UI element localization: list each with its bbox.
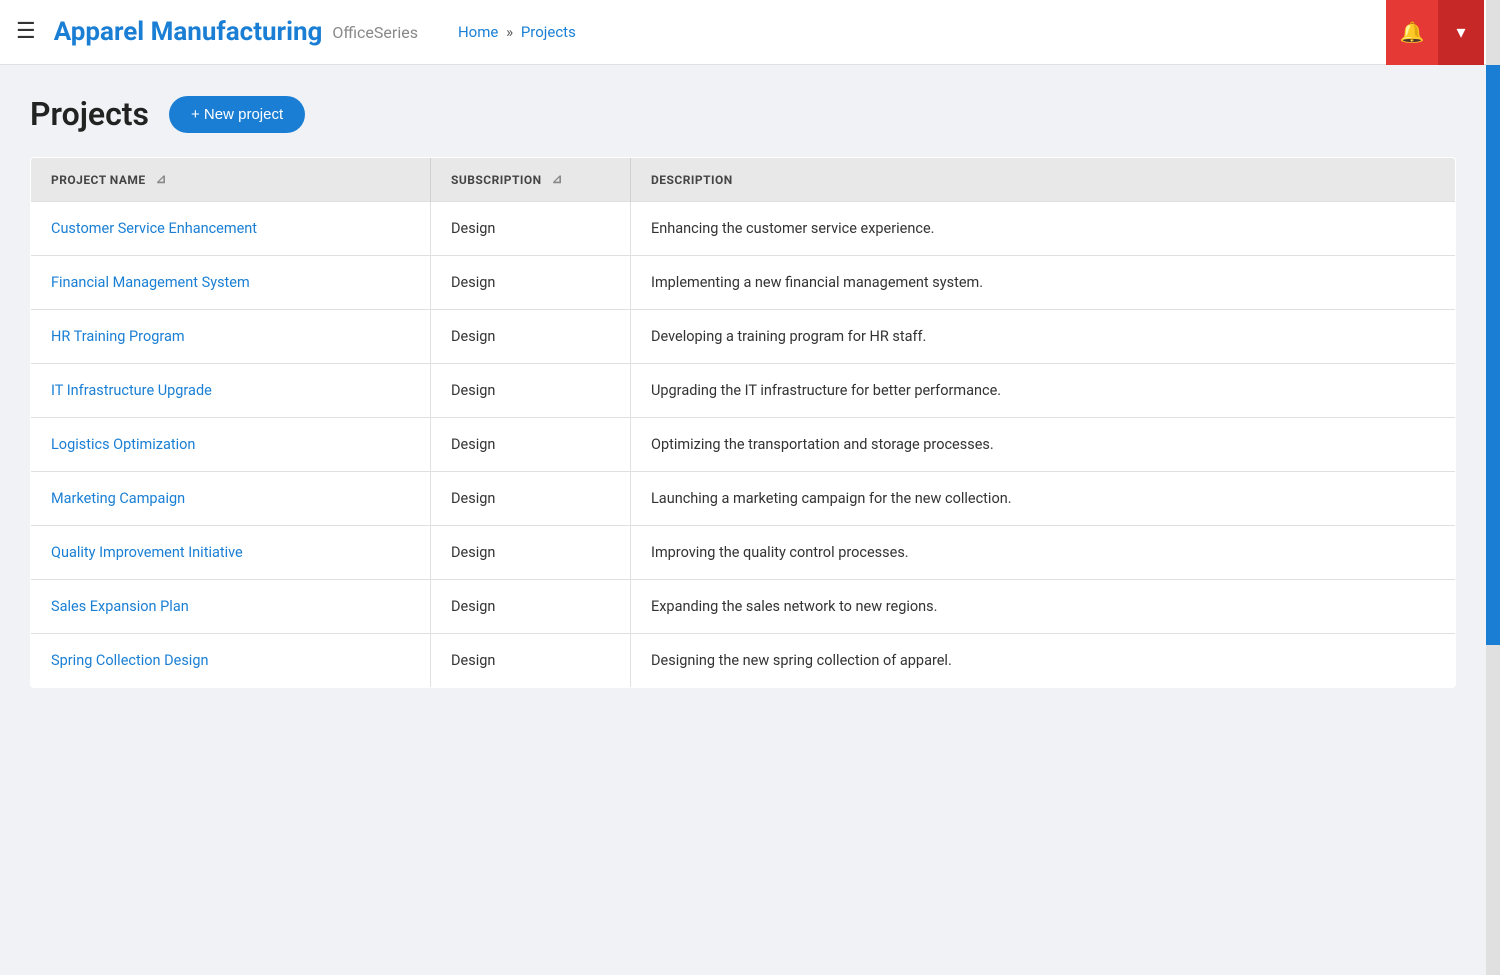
scrollbar-thumb[interactable] (1486, 65, 1500, 645)
project-name-link[interactable]: IT Infrastructure Upgrade (51, 382, 212, 399)
project-name-link[interactable]: Sales Expansion Plan (51, 598, 189, 615)
new-project-button[interactable]: + New project (169, 96, 305, 133)
project-name-cell: IT Infrastructure Upgrade (31, 364, 431, 418)
table-row: HR Training Program DesignDeveloping a tr… (31, 310, 1456, 364)
project-name-cell: Customer Service Enhancement (31, 202, 431, 256)
header: ☰ Apparel Manufacturing OfficeSeries Hom… (0, 0, 1500, 65)
table-header: PROJECT NAME ⊿ SUBSCRIPTION ⊿ DESCRIPTIO… (31, 158, 1456, 202)
table-body: Customer Service EnhancementDesignEnhanc… (31, 202, 1456, 688)
subscription-cell: Design (431, 310, 631, 364)
subscription-cell: Design (431, 634, 631, 688)
description-cell: Expanding the sales network to new regio… (631, 580, 1456, 634)
description-cell: Optimizing the transportation and storag… (631, 418, 1456, 472)
bell-icon: 🔔 (1400, 20, 1425, 45)
notification-bell-button[interactable]: 🔔 (1386, 0, 1438, 65)
table-row: Quality Improvement Initiative DesignImpr… (31, 526, 1456, 580)
page-title-row: Projects + New project (30, 95, 1456, 133)
brand-title: Apparel Manufacturing (54, 17, 323, 47)
brand-subtitle: OfficeSeries (332, 23, 418, 42)
table-row: Logistics Optimization DesignOptimizing t… (31, 418, 1456, 472)
subscription-cell: Design (431, 472, 631, 526)
filter-icon-subscription[interactable]: ⊿ (552, 172, 563, 187)
projects-table: PROJECT NAME ⊿ SUBSCRIPTION ⊿ DESCRIPTIO… (30, 157, 1456, 688)
table-row: Financial Management System DesignImpleme… (31, 256, 1456, 310)
project-name-cell: Financial Management System (31, 256, 431, 310)
table-row: Spring Collection Design DesignDesigning … (31, 634, 1456, 688)
project-name-cell: Marketing Campaign (31, 472, 431, 526)
project-name-cell: HR Training Program (31, 310, 431, 364)
chevron-down-icon: ▾ (1456, 22, 1465, 43)
column-header-name: PROJECT NAME ⊿ (31, 158, 431, 202)
project-name-cell: Logistics Optimization (31, 418, 431, 472)
project-name-link[interactable]: HR Training Program (51, 328, 185, 345)
breadcrumb: Home » Projects (458, 23, 576, 41)
scrollbar[interactable] (1486, 0, 1500, 975)
description-cell: Developing a training program for HR sta… (631, 310, 1456, 364)
hamburger-icon[interactable]: ☰ (16, 21, 36, 43)
table-row: Marketing Campaign DesignLaunching a mark… (31, 472, 1456, 526)
page-title: Projects (30, 95, 149, 133)
description-cell: Designing the new spring collection of a… (631, 634, 1456, 688)
project-name-link[interactable]: Logistics Optimization (51, 436, 195, 453)
project-name-link[interactable]: Marketing Campaign (51, 490, 185, 507)
project-name-cell: Quality Improvement Initiative (31, 526, 431, 580)
description-cell: Implementing a new financial management … (631, 256, 1456, 310)
column-header-description: DESCRIPTION (631, 158, 1456, 202)
table-row: Sales Expansion Plan DesignExpanding the … (31, 580, 1456, 634)
subscription-cell: Design (431, 364, 631, 418)
subscription-cell: Design (431, 418, 631, 472)
project-name-link[interactable]: Quality Improvement Initiative (51, 544, 243, 561)
project-name-cell: Sales Expansion Plan (31, 580, 431, 634)
breadcrumb-home[interactable]: Home (458, 23, 498, 41)
header-dropdown-button[interactable]: ▾ (1438, 0, 1484, 65)
subscription-cell: Design (431, 526, 631, 580)
breadcrumb-separator: » (506, 23, 513, 41)
project-name-cell: Spring Collection Design (31, 634, 431, 688)
header-actions: 🔔 ▾ (1386, 0, 1484, 65)
description-cell: Upgrading the IT infrastructure for bett… (631, 364, 1456, 418)
table-row: Customer Service Enhancement DesignEnhanc… (31, 202, 1456, 256)
table-row: IT Infrastructure Upgrade DesignUpgrading… (31, 364, 1456, 418)
description-cell: Enhancing the customer service experienc… (631, 202, 1456, 256)
description-cell: Launching a marketing campaign for the n… (631, 472, 1456, 526)
subscription-cell: Design (431, 256, 631, 310)
filter-icon-name[interactable]: ⊿ (156, 172, 167, 187)
subscription-cell: Design (431, 580, 631, 634)
column-header-subscription: SUBSCRIPTION ⊿ (431, 158, 631, 202)
project-name-link[interactable]: Customer Service Enhancement (51, 220, 257, 237)
main-content: Projects + New project PROJECT NAME ⊿ SU… (0, 65, 1486, 718)
project-name-link[interactable]: Spring Collection Design (51, 652, 208, 669)
subscription-cell: Design (431, 202, 631, 256)
breadcrumb-current: Projects (521, 23, 576, 41)
project-name-link[interactable]: Financial Management System (51, 274, 250, 291)
description-cell: Improving the quality control processes. (631, 526, 1456, 580)
